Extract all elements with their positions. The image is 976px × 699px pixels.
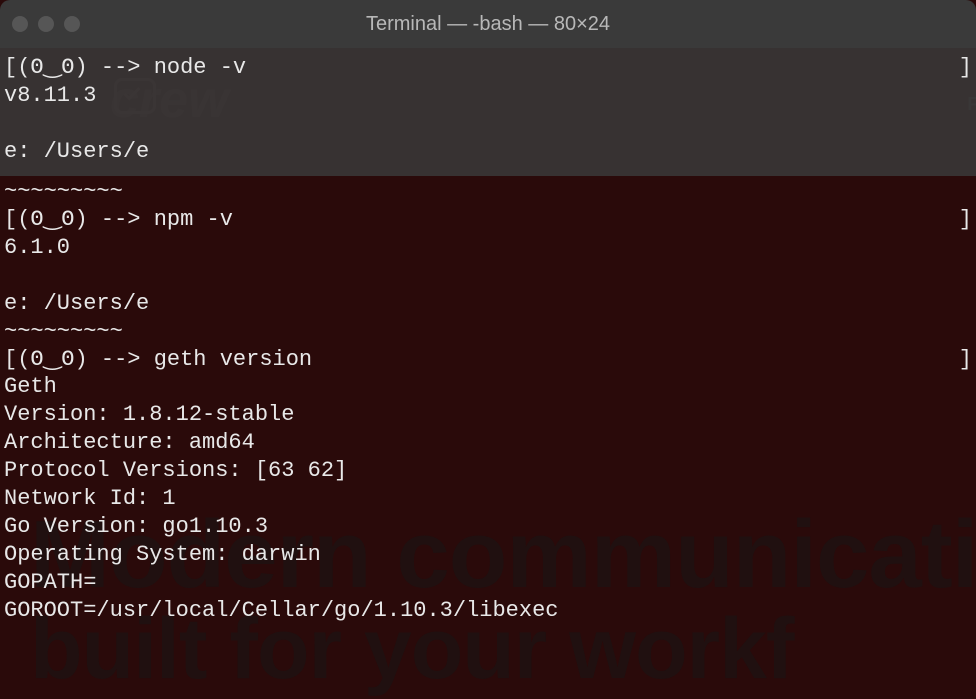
geth-output: Architecture: amd64 [4,429,255,457]
prompt-command: [(ʘ‿ʘ) --> npm -v [4,206,233,234]
terminal-line: ~~~~~~~~~ [4,318,972,346]
terminal-line: [(ʘ‿ʘ) --> node -v ] [4,54,972,82]
close-window-icon[interactable] [12,16,28,32]
geth-output: Go Version: go1.10.3 [4,513,268,541]
terminal-line: e: /Users/e [4,138,972,166]
terminal-line: Geth [4,373,972,401]
terminal-line: 6.1.0 [4,234,972,262]
command-output: v8.11.3 [4,82,96,110]
minimize-window-icon[interactable] [38,16,54,32]
terminal-scrollback-top: [(ʘ‿ʘ) --> node -v ] v8.11.3 e: /Users/e [0,48,976,176]
traffic-lights [0,16,80,32]
geth-output: Operating System: darwin [4,541,321,569]
geth-output: GOROOT=/usr/local/Cellar/go/1.10.3/libex… [4,597,559,625]
divider-tilde: ~~~~~~~~~ [4,318,123,346]
cwd-indicator: e: /Users/e [4,290,149,318]
prompt-end-bracket: ] [959,346,972,374]
terminal-line: GOPATH= [4,569,972,597]
geth-output: Geth [4,373,57,401]
terminal-line: Operating System: darwin [4,541,972,569]
terminal-line: Go Version: go1.10.3 [4,513,972,541]
geth-output: Version: 1.8.12-stable [4,401,294,429]
terminal-line: Architecture: amd64 [4,429,972,457]
terminal-line: Network Id: 1 [4,485,972,513]
maximize-window-icon[interactable] [64,16,80,32]
divider-tilde: ~~~~~~~~~ [4,178,123,206]
terminal-blank-line [4,262,972,290]
geth-output: Protocol Versions: [63 62] [4,457,347,485]
prompt-command: [(ʘ‿ʘ) --> node -v [4,54,246,82]
terminal-line: GOROOT=/usr/local/Cellar/go/1.10.3/libex… [4,597,972,625]
command-output: 6.1.0 [4,234,70,262]
terminal-output[interactable]: [(ʘ‿ʘ) --> node -v ] v8.11.3 e: /Users/e… [0,48,976,629]
terminal-line: v8.11.3 [4,82,972,110]
terminal-line: e: /Users/e [4,290,972,318]
terminal-line: [(ʘ‿ʘ) --> npm -v ] [4,206,972,234]
geth-output: GOPATH= [4,569,96,597]
terminal-blank-line [4,110,972,138]
prompt-end-bracket: ] [959,206,972,234]
terminal-line: ~~~~~~~~~ [4,178,972,206]
terminal-line: Protocol Versions: [63 62] [4,457,972,485]
terminal-scrollback-bottom: ~~~~~~~~~ [(ʘ‿ʘ) --> npm -v ] 6.1.0 e: /… [0,176,976,629]
terminal-line: [(ʘ‿ʘ) --> geth version ] [4,346,972,374]
geth-output: Network Id: 1 [4,485,176,513]
window-titlebar[interactable]: Terminal — -bash — 80×24 [0,0,976,48]
terminal-line: Version: 1.8.12-stable [4,401,972,429]
prompt-end-bracket: ] [959,54,972,82]
cwd-indicator: e: /Users/e [4,138,149,166]
window-title: Terminal — -bash — 80×24 [0,13,976,36]
prompt-command: [(ʘ‿ʘ) --> geth version [4,346,312,374]
